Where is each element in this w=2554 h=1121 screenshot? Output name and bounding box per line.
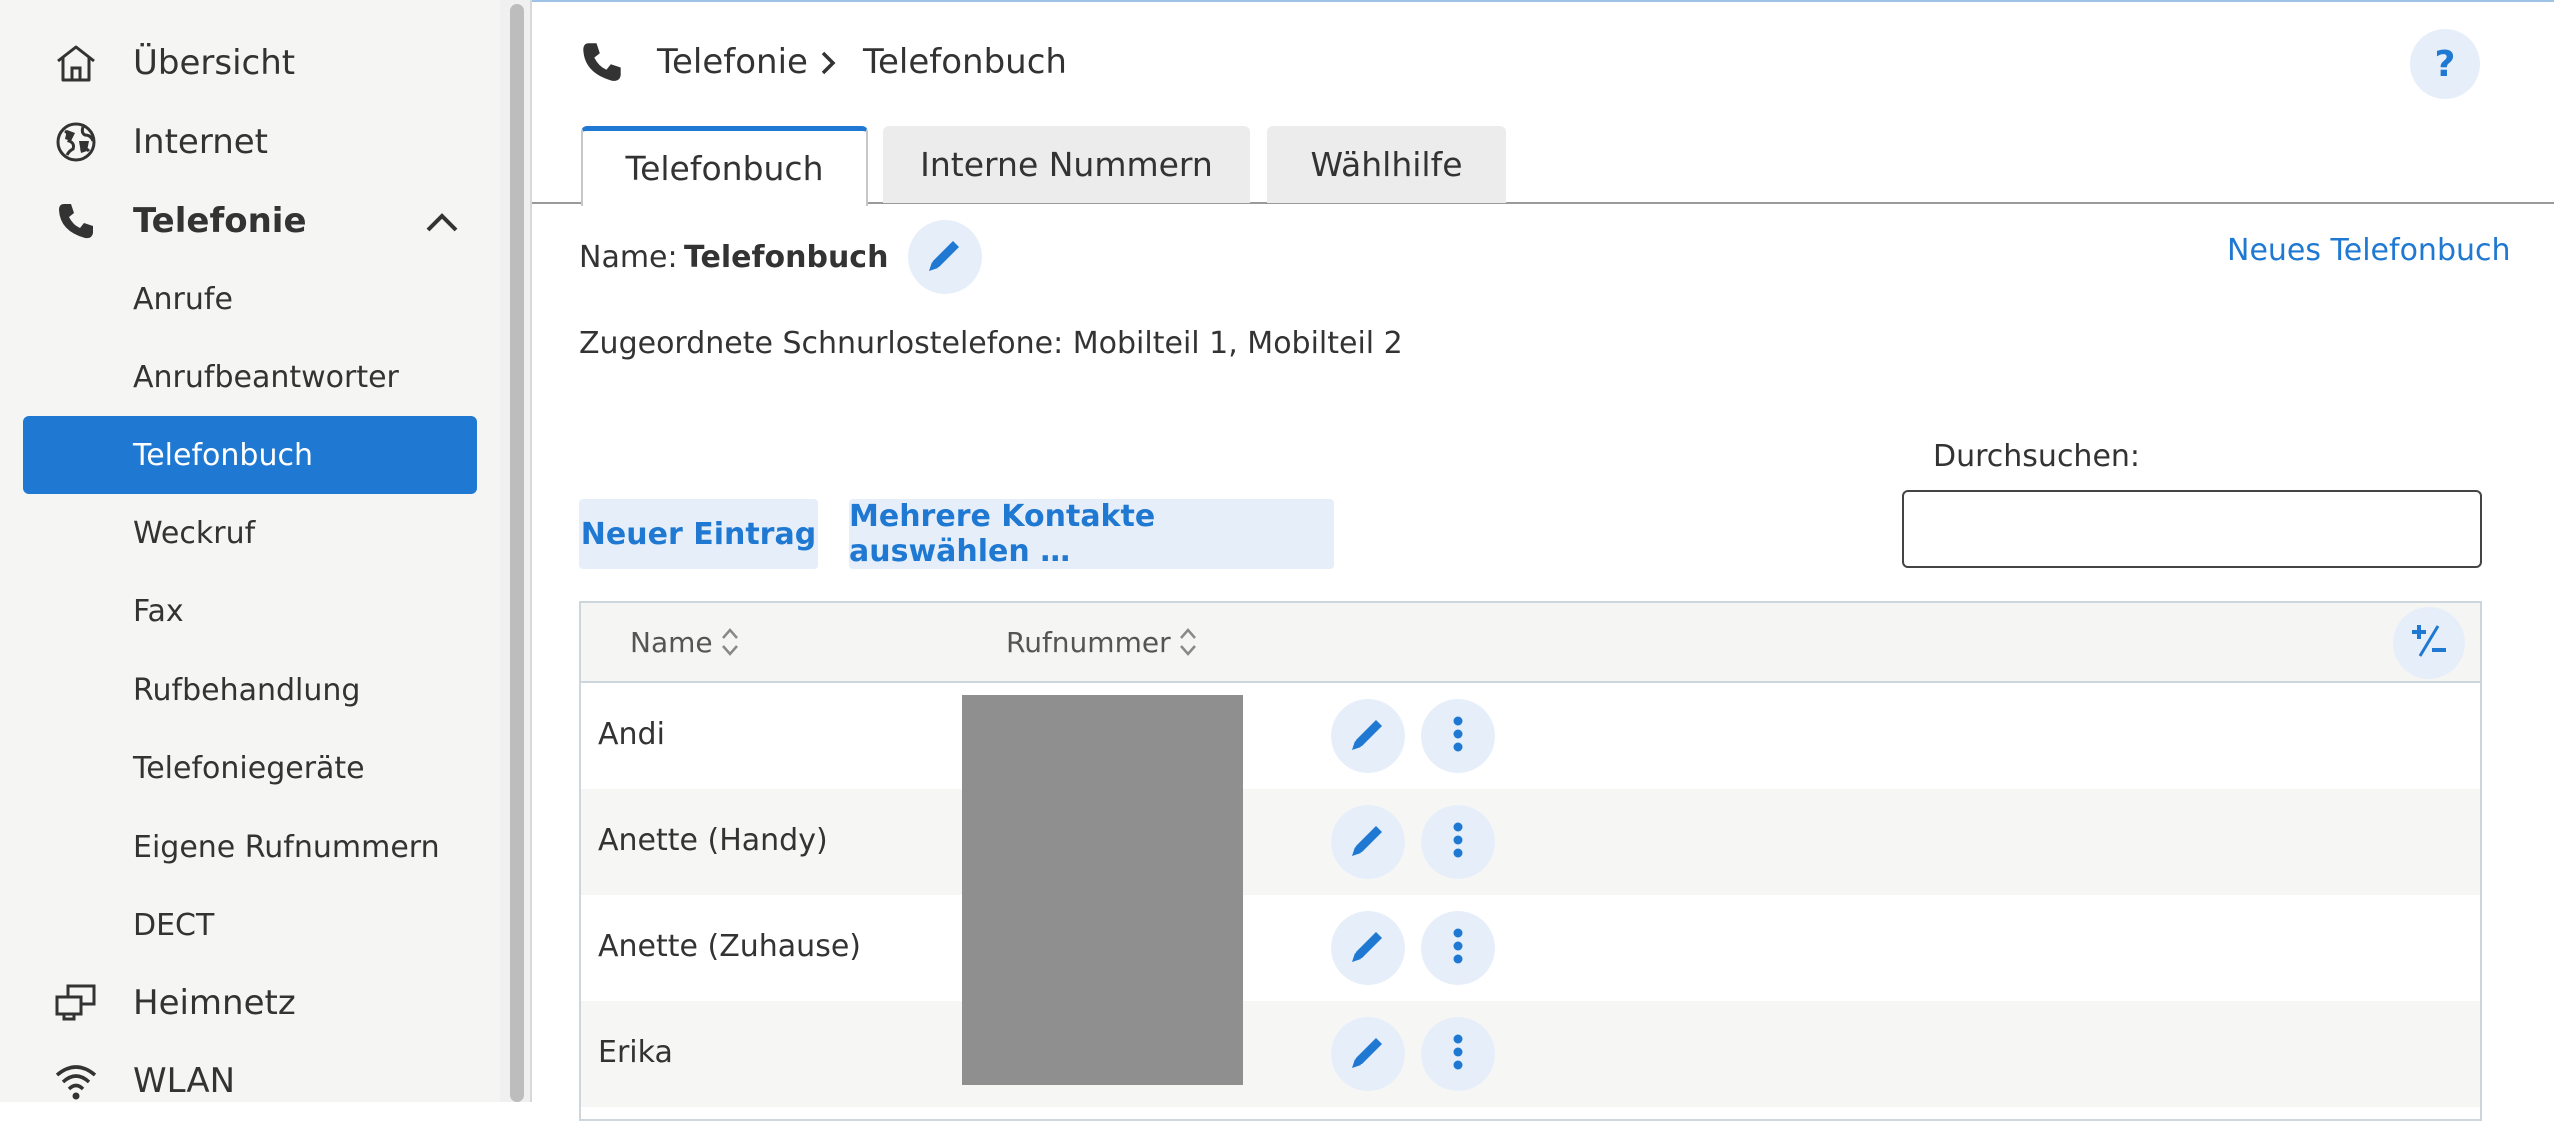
sidebar-subitem-label: Anrufe: [133, 281, 233, 317]
contact-name: Erika: [598, 1035, 673, 1070]
chevron-up-icon[interactable]: [424, 206, 460, 236]
column-header-rufnummer[interactable]: Rufnummer: [1006, 625, 1199, 659]
breadcrumb-telefonbuch: Telefonbuch: [863, 42, 1067, 82]
pencil-icon: [1348, 714, 1388, 758]
phone-icon: [580, 40, 624, 84]
pencil-icon: [925, 235, 965, 279]
sidebar-item-label: WLAN: [133, 1061, 236, 1101]
phonebook-name-label: Name:: [579, 240, 678, 275]
search-label: Durchsuchen:: [1933, 439, 2141, 474]
table-row: Anette (Handy): [581, 789, 2480, 895]
sidebar-divider: [530, 0, 532, 1102]
wifi-icon: [52, 1061, 100, 1101]
edit-contact-button[interactable]: [1331, 1017, 1405, 1091]
contacts-table: Name Rufnummer Andi Anette (Handy) Anett…: [579, 601, 2482, 1121]
home-icon: [52, 43, 100, 83]
tab-telefonbuch[interactable]: Telefonbuch: [581, 126, 868, 206]
table-row: Erika: [581, 1001, 2480, 1107]
sidebar-subitem-telefonbuch[interactable]: Telefonbuch: [23, 416, 477, 494]
sidebar-subitem-label: Rufbehandlung: [133, 672, 361, 708]
sidebar-item-uebersicht[interactable]: Übersicht: [0, 28, 500, 98]
sidebar-subitem-eigene-rufnummern[interactable]: Eigene Rufnummern: [0, 812, 500, 882]
sidebar-subitem-label: Telefoniegeräte: [133, 750, 365, 786]
new-phonebook-link[interactable]: Neues Telefonbuch: [2227, 233, 2511, 268]
more-options-button[interactable]: [1421, 1017, 1495, 1091]
table-row: Anette (Zuhause): [581, 895, 2480, 1001]
plus-minus-icon: [2408, 620, 2450, 666]
more-options-button[interactable]: [1421, 805, 1495, 879]
contact-name: Anette (Handy): [598, 823, 828, 858]
sidebar-subitem-fax[interactable]: Fax: [0, 576, 500, 646]
sidebar-subitem-label: DECT: [133, 907, 215, 943]
network-icon: [52, 983, 100, 1023]
pencil-icon: [1348, 926, 1388, 970]
contact-name: Andi: [598, 717, 665, 752]
column-header-label: Name: [630, 625, 713, 659]
assigned-handsets-text: Zugeordnete Schnurlostelefone: Mobilteil…: [579, 326, 1403, 361]
sidebar-item-label: Übersicht: [133, 43, 296, 83]
sidebar-item-heimnetz[interactable]: Heimnetz: [0, 968, 500, 1038]
sidebar-item-telefonie[interactable]: Telefonie: [0, 186, 500, 256]
tab-interne-nummern[interactable]: Interne Nummern: [883, 126, 1250, 203]
sidebar-subitem-label: Fax: [133, 593, 184, 629]
help-button[interactable]: ?: [2410, 29, 2480, 99]
kebab-menu-icon: [1452, 820, 1464, 864]
sort-icon: [719, 625, 741, 659]
sidebar-subitem-anrufe[interactable]: Anrufe: [0, 264, 500, 334]
column-header-label: Rufnummer: [1006, 625, 1171, 659]
sidebar-subitem-label: Eigene Rufnummern: [133, 829, 440, 865]
kebab-menu-icon: [1452, 926, 1464, 970]
sidebar-subitem-weckruf[interactable]: Weckruf: [0, 498, 500, 568]
sidebar-item-label: Heimnetz: [133, 983, 296, 1023]
edit-contact-button[interactable]: [1331, 699, 1405, 773]
sidebar-item-label: Internet: [133, 122, 269, 162]
tab-waehlhilfe[interactable]: Wählhilfe: [1267, 126, 1506, 203]
sidebar-subitem-dect[interactable]: DECT: [0, 890, 500, 960]
more-options-button[interactable]: [1421, 699, 1495, 773]
kebab-menu-icon: [1452, 714, 1464, 758]
sidebar-subitem-label: Telefonbuch: [133, 437, 313, 473]
chevron-right-icon: [818, 47, 838, 79]
search-input[interactable]: [1902, 490, 2482, 568]
table-row: Andi: [581, 683, 2480, 789]
breadcrumb-telefonie[interactable]: Telefonie: [657, 42, 808, 82]
sidebar-item-label: Telefonie: [133, 201, 307, 241]
contact-name: Anette (Zuhause): [598, 929, 861, 964]
phonebook-name-value: Telefonbuch: [684, 240, 889, 275]
pencil-icon: [1348, 820, 1388, 864]
sidebar-subitem-rufbehandlung[interactable]: Rufbehandlung: [0, 655, 500, 725]
sidebar-scrollbar-thumb[interactable]: [510, 4, 524, 1102]
sidebar-subitem-label: Weckruf: [133, 515, 256, 551]
table-header: Name Rufnummer: [581, 603, 2480, 683]
sidebar-item-wlan[interactable]: WLAN: [0, 1046, 500, 1116]
redacted-phone-numbers: [962, 695, 1243, 1085]
sidebar-subitem-telefoniegeraete[interactable]: Telefoniegeräte: [0, 733, 500, 803]
sidebar-item-internet[interactable]: Internet: [0, 107, 500, 177]
edit-contact-button[interactable]: [1331, 805, 1405, 879]
phone-icon: [52, 201, 100, 241]
select-multiple-contacts-button[interactable]: Mehrere Kontakte auswählen …: [849, 499, 1334, 569]
edit-contact-button[interactable]: [1331, 911, 1405, 985]
more-options-button[interactable]: [1421, 911, 1495, 985]
kebab-menu-icon: [1452, 1032, 1464, 1076]
globe-icon: [52, 122, 100, 162]
pencil-icon: [1348, 1032, 1388, 1076]
new-entry-button[interactable]: Neuer Eintrag: [579, 499, 818, 569]
sidebar: Übersicht Internet Telefonie Anrufe Anru…: [0, 0, 500, 1102]
sidebar-subitem-label: Anrufbeantworter: [133, 359, 399, 395]
sort-icon: [1177, 625, 1199, 659]
expand-collapse-button[interactable]: [2393, 607, 2465, 679]
sidebar-subitem-anrufbeantworter[interactable]: Anrufbeantworter: [0, 342, 500, 412]
column-header-name[interactable]: Name: [630, 625, 741, 659]
edit-phonebook-name-button[interactable]: [908, 220, 982, 294]
